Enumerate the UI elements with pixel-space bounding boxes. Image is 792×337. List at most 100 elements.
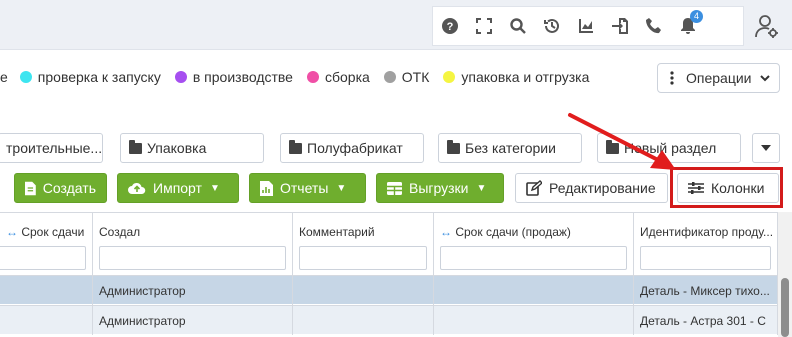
columns-highlight-box (670, 167, 783, 208)
exports-label: Выгрузки (409, 180, 469, 196)
folder-icon (289, 139, 302, 154)
notification-badge: 4 (690, 10, 703, 23)
table-cell: Администратор (93, 306, 293, 335)
report-icon (260, 180, 273, 196)
category-label: Новый раздел (624, 140, 717, 156)
column-header-label: Создал (99, 225, 141, 239)
bell-icon[interactable]: 4 (671, 6, 705, 46)
vertical-scrollbar[interactable] (778, 212, 792, 337)
chevron-down-icon: ▼ (209, 182, 220, 194)
column-filter-input[interactable] (99, 246, 286, 270)
import-label: Импорт (153, 180, 202, 196)
legend-item: упаковка и отгрузка (443, 69, 589, 85)
chevron-down-icon: ▼ (336, 182, 347, 194)
table-cell (434, 276, 634, 305)
cloud-upload-icon (128, 182, 146, 194)
column-filter-input[interactable] (440, 246, 627, 270)
column-header[interactable]: ↔ Срок сдачи (0, 213, 93, 275)
help-icon[interactable]: ? (433, 6, 467, 46)
edit-icon (526, 180, 542, 196)
table-cell (0, 276, 93, 305)
column-filter-input[interactable] (299, 246, 427, 270)
phone-icon[interactable] (637, 6, 671, 46)
more-vertical-icon (670, 71, 674, 85)
table-cell (434, 306, 634, 335)
column-header-label: ↔ Срок сдачи (продаж) (440, 225, 571, 239)
import-icon[interactable] (603, 6, 637, 46)
legend-item: сборка (306, 69, 370, 85)
category-button[interactable]: троительные... (0, 133, 103, 163)
column-header[interactable]: Создал (93, 213, 293, 275)
reports-button[interactable]: Отчеты ▼ (249, 173, 366, 203)
legend-item: проверка к запуску (19, 69, 161, 85)
table-row[interactable]: Администратор Деталь - Астра 301 - С (0, 305, 778, 335)
category-label: Полуфабрикат (307, 140, 403, 156)
legend-item: в производстве (174, 69, 293, 85)
table-cell: Деталь - Миксер тихо... (634, 276, 778, 305)
edit-button[interactable]: Редактирование (515, 173, 668, 203)
user-settings-icon[interactable] (752, 12, 782, 40)
column-header[interactable]: ↔ Срок сдачи (продаж) (434, 213, 634, 275)
table-cell: Администратор (93, 276, 293, 305)
sort-arrows-icon: ↔ (440, 225, 452, 239)
column-header-label: Идентификатор проду... (640, 225, 774, 239)
chevron-down-icon (760, 75, 770, 82)
folder-icon (129, 139, 142, 154)
category-label: Без категории (465, 140, 556, 156)
column-header-label: Комментарий (299, 225, 375, 239)
history-icon[interactable] (535, 6, 569, 46)
create-button[interactable]: Создать (14, 173, 107, 203)
category-label: Упаковка (147, 140, 207, 156)
top-icon-bar: ? 4 (432, 6, 744, 46)
sort-arrows-icon: ↔ (6, 225, 18, 239)
header-text: Срок сдачи (21, 225, 85, 239)
legend-label: в производстве (192, 69, 293, 85)
legend-label: е (0, 69, 8, 85)
categories-more-button[interactable] (752, 133, 780, 163)
reports-label: Отчеты (280, 180, 329, 196)
column-header[interactable]: Идентификатор проду... (634, 213, 778, 275)
status-dot (174, 71, 187, 83)
exports-button[interactable]: Выгрузки ▼ (376, 173, 504, 203)
chart-icon[interactable] (569, 6, 603, 46)
document-icon (25, 181, 36, 195)
chevron-down-icon: ▼ (476, 182, 487, 194)
category-button[interactable]: Без категории (438, 133, 582, 163)
category-button[interactable]: Новый раздел (597, 133, 741, 163)
column-filter-input[interactable] (0, 246, 86, 270)
column-header[interactable]: Комментарий (293, 213, 434, 275)
search-icon[interactable] (501, 6, 535, 46)
create-label: Создать (42, 180, 96, 196)
table-icon (387, 181, 402, 195)
legend-item: ОТК (383, 69, 430, 85)
table-cell (0, 306, 93, 335)
fullscreen-icon[interactable] (467, 6, 501, 46)
svg-text:?: ? (447, 21, 454, 33)
table-cell: Деталь - Астра 301 - С (634, 306, 778, 335)
legend-item: е (0, 69, 8, 85)
top-bar: ? 4 (0, 0, 792, 50)
legend-label: ОТК (401, 69, 430, 85)
status-legend: е проверка к запуску в производстве сбор… (0, 60, 603, 94)
legend-label: упаковка и отгрузка (461, 69, 590, 85)
import-button[interactable]: Импорт ▼ (117, 173, 239, 203)
column-header-label: ↔ Срок сдачи (6, 225, 84, 239)
operations-label: Операции (686, 70, 752, 86)
category-button[interactable]: Упаковка (120, 133, 264, 163)
edit-label: Редактирование (549, 180, 656, 196)
scrollbar-thumb[interactable] (781, 278, 789, 337)
status-dot (306, 71, 319, 83)
category-label: троительные... (6, 140, 103, 156)
column-filter-input[interactable] (640, 246, 771, 270)
data-table: ↔ Срок сдачи Создал Комментарий ↔ Срок с… (0, 212, 778, 337)
operations-dropdown[interactable]: Операции (657, 63, 780, 93)
legend-label: сборка (324, 69, 370, 85)
status-dot (383, 71, 396, 83)
header-text: Срок сдачи (продаж) (455, 225, 571, 239)
table-cell (293, 276, 434, 305)
table-row[interactable]: Администратор Деталь - Миксер тихо... (0, 275, 778, 305)
status-dot (19, 71, 32, 83)
status-dot (443, 71, 456, 83)
category-button[interactable]: Полуфабрикат (280, 133, 424, 163)
legend-label: проверка к запуску (37, 69, 161, 85)
